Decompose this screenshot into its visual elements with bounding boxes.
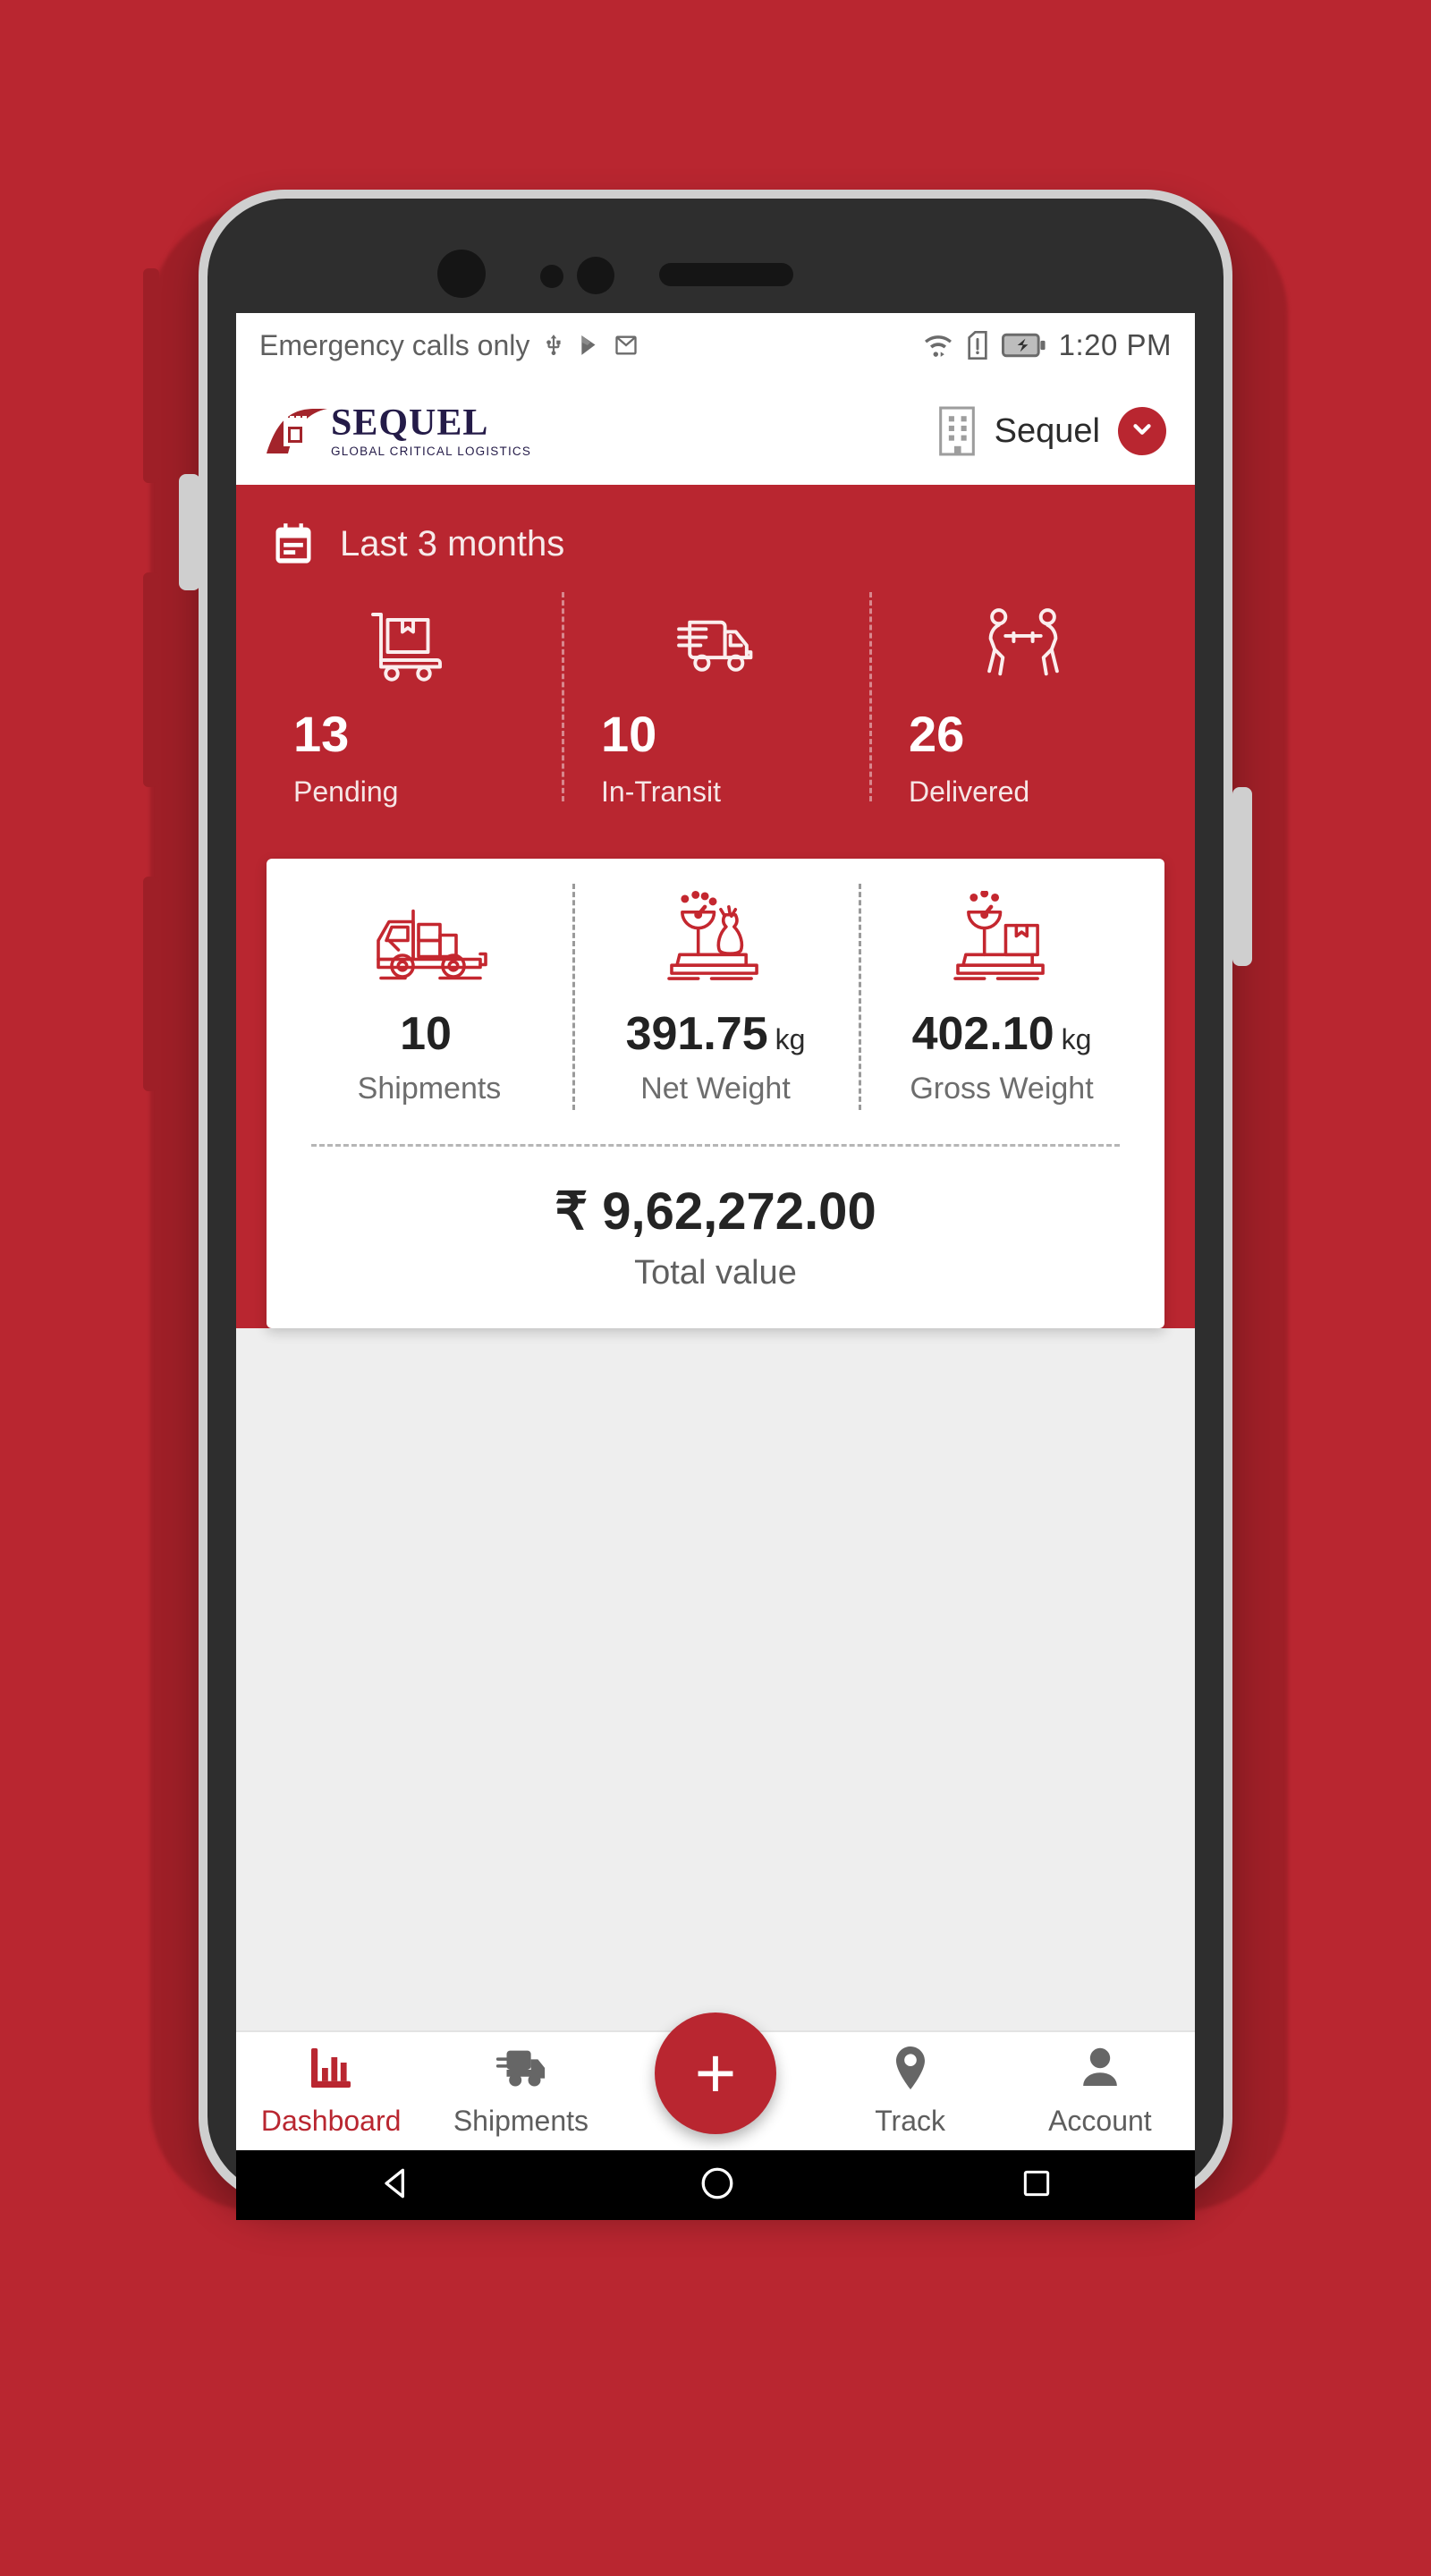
status-stats-row: 13 Pending 10 In-Transit 26 Delivered xyxy=(236,580,1195,859)
app-header: SEQUEL GLOBAL CRITICAL LOGISTICS Sequel xyxy=(236,377,1195,485)
stat-delivered-label: Delivered xyxy=(909,775,1030,808)
battery-charging-icon xyxy=(1001,333,1046,358)
android-system-nav xyxy=(236,2150,1195,2220)
period-filter-label: Last 3 months xyxy=(340,523,565,564)
add-shipment-fab[interactable]: + xyxy=(655,2012,776,2134)
loaded-truck-icon xyxy=(362,889,496,984)
total-value-label: Total value xyxy=(634,1254,797,1292)
nav-item-shipments[interactable]: Shipments xyxy=(426,2032,615,2138)
nav-label-dashboard: Dashboard xyxy=(260,2105,402,2137)
phone-side-accent-3 xyxy=(143,877,159,1091)
porters-carry-icon xyxy=(978,603,1068,685)
status-bar-time: 1:20 PM xyxy=(1058,328,1172,361)
earpiece-speaker xyxy=(659,263,793,286)
stat-pending-label: Pending xyxy=(293,775,399,808)
hand-truck-box-icon xyxy=(365,603,451,685)
stat-pending[interactable]: 13 Pending xyxy=(254,603,562,809)
sensor-large-icon xyxy=(577,257,614,294)
nav-label-track: Track xyxy=(875,2105,945,2137)
card-divider xyxy=(311,1144,1120,1147)
logo-wordmark: SEQUEL xyxy=(331,402,489,445)
building-icon xyxy=(937,405,977,457)
org-switch-button[interactable] xyxy=(1118,407,1166,455)
metric-gross-weight-unit: kg xyxy=(1061,1023,1092,1055)
recents-square-icon[interactable] xyxy=(1019,2165,1054,2206)
front-camera-icon xyxy=(437,250,486,298)
metric-gross-weight-value: 402.10 xyxy=(911,1008,1054,1060)
nav-item-account[interactable]: Account xyxy=(1005,2032,1195,2138)
metric-shipments-value: 10 xyxy=(400,1008,452,1060)
metric-net-weight-unit: kg xyxy=(775,1023,806,1055)
nav-label-account: Account xyxy=(1048,2105,1152,2137)
summary-card: 10 Shipments 391.75 kg Net Weight 402.10… xyxy=(267,859,1164,1328)
org-name-label: Sequel xyxy=(994,411,1100,450)
back-triangle-icon[interactable] xyxy=(377,2164,416,2207)
truck-icon xyxy=(493,2045,548,2096)
metric-shipments[interactable]: 10 Shipments xyxy=(286,889,572,1106)
metric-shipments-label: Shipments xyxy=(357,1072,502,1106)
gmail-icon xyxy=(614,333,639,358)
calendar-icon xyxy=(270,521,317,567)
nav-item-dashboard[interactable]: Dashboard xyxy=(236,2032,426,2138)
sensor-small-icon xyxy=(540,265,563,288)
nav-label-shipments: Shipments xyxy=(453,2105,589,2137)
bar-chart-icon xyxy=(307,2045,355,2096)
home-circle-icon[interactable] xyxy=(698,2164,737,2207)
metric-net-weight-value: 391.75 xyxy=(625,1008,768,1060)
play-store-icon xyxy=(578,333,601,358)
wifi-icon xyxy=(923,332,953,359)
sim-alert-icon xyxy=(966,331,989,360)
metric-net-weight[interactable]: 391.75 kg Net Weight xyxy=(572,884,859,1110)
phone-screen: Emergency calls only 1:20 PM SEQUEL GLOB… xyxy=(236,313,1195,2220)
plus-icon: + xyxy=(694,2033,737,2113)
person-icon xyxy=(1078,2045,1122,2096)
metric-net-weight-label: Net Weight xyxy=(640,1072,791,1106)
stat-delivered[interactable]: 26 Delivered xyxy=(869,592,1177,809)
summary-metrics-row: 10 Shipments 391.75 kg Net Weight 402.10… xyxy=(286,884,1145,1110)
period-filter[interactable]: Last 3 months xyxy=(236,508,1195,580)
map-pin-icon xyxy=(889,2045,932,2096)
scale-bag-icon xyxy=(658,889,773,984)
scale-box-icon xyxy=(944,889,1059,984)
chevron-down-icon xyxy=(1129,416,1156,447)
metric-gross-weight[interactable]: 402.10 kg Gross Weight xyxy=(859,884,1145,1110)
phone-volume-button[interactable] xyxy=(179,474,200,590)
sequel-logo: SEQUEL GLOBAL CRITICAL LOGISTICS xyxy=(265,404,531,458)
logo-tagline: GLOBAL CRITICAL LOGISTICS xyxy=(331,445,532,459)
stat-pending-value: 13 xyxy=(293,706,350,762)
sequel-logo-mark-icon xyxy=(265,405,329,457)
usb-icon xyxy=(542,332,565,359)
phone-power-button[interactable] xyxy=(1232,787,1252,966)
total-value-amount: ₹ 9,62,272.00 xyxy=(555,1182,876,1241)
stat-delivered-value: 26 xyxy=(909,706,965,762)
phone-side-accent-2 xyxy=(143,572,159,787)
stat-in-transit-value: 10 xyxy=(601,706,657,762)
stat-in-transit-label: In-Transit xyxy=(601,775,721,808)
status-bar: Emergency calls only 1:20 PM xyxy=(236,313,1195,377)
nav-item-track[interactable]: Track xyxy=(815,2032,1004,2138)
delivery-van-icon xyxy=(671,603,760,685)
phone-side-accent-1 xyxy=(143,268,159,483)
metric-gross-weight-label: Gross Weight xyxy=(910,1072,1094,1106)
carrier-text: Emergency calls only xyxy=(259,328,530,361)
status-summary-panel: Last 3 months 13 Pending 10 In-Transit 2… xyxy=(236,485,1195,1328)
stat-in-transit[interactable]: 10 In-Transit xyxy=(562,592,869,809)
